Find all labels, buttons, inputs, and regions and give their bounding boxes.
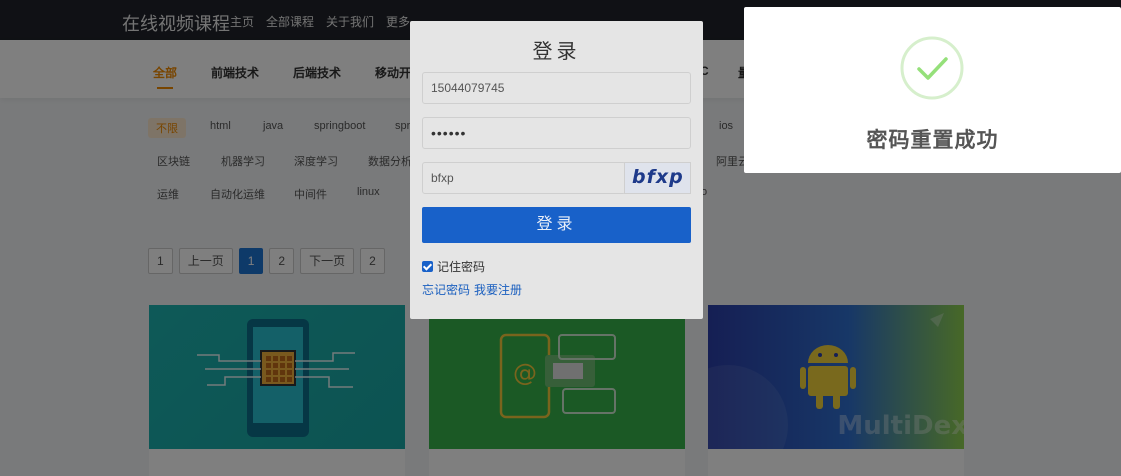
login-button[interactable]: 登录 — [422, 207, 691, 243]
login-links: 忘记密码 我要注册 — [422, 281, 526, 298]
check-circle-icon — [900, 36, 964, 100]
password-input[interactable]: •••••• — [422, 117, 691, 149]
forgot-password-link[interactable]: 忘记密码 — [422, 283, 470, 297]
captcha-input[interactable]: bfxp — [422, 162, 626, 194]
toast-message: 密码重置成功 — [866, 129, 999, 152]
remember-password[interactable]: 记住密码 — [422, 258, 485, 275]
login-title: 登录 — [532, 41, 581, 63]
success-toast: 密码重置成功 — [744, 7, 1121, 173]
register-link[interactable]: 我要注册 — [474, 283, 522, 297]
captcha-image[interactable]: bfxp — [624, 162, 691, 194]
captcha-text: bfxp — [632, 166, 684, 188]
login-dialog: 登录 15044079745 •••••• bfxp bfxp 登录 记住密码 … — [410, 21, 703, 319]
username-input[interactable]: 15044079745 — [422, 72, 691, 104]
remember-checkbox[interactable] — [422, 261, 433, 272]
remember-label: 记住密码 — [437, 260, 486, 274]
